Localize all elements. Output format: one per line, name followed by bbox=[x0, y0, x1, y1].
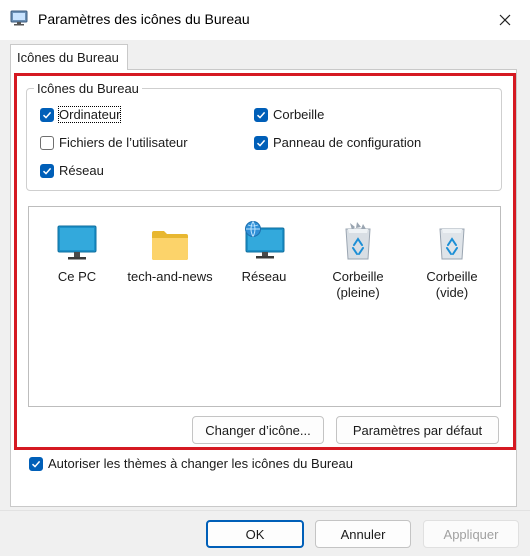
checkmark-icon bbox=[42, 111, 52, 119]
close-button[interactable] bbox=[488, 4, 522, 36]
checkbox-label: Fichiers de l’utilisateur bbox=[59, 135, 188, 150]
close-icon bbox=[499, 14, 511, 26]
window-title: Paramètres des icônes du Bureau bbox=[38, 11, 250, 27]
title-bar: Paramètres des icônes du Bureau bbox=[0, 0, 530, 40]
checkbox-box[interactable] bbox=[254, 135, 268, 150]
checkbox-recycle-bin[interactable]: Corbeille bbox=[254, 107, 324, 122]
checkbox-box[interactable] bbox=[40, 163, 54, 178]
checkmark-icon bbox=[256, 139, 266, 147]
tab-desktop-icons[interactable]: Icônes du Bureau bbox=[10, 44, 128, 70]
tab-label: Icônes du Bureau bbox=[17, 50, 119, 65]
checkmark-icon bbox=[31, 460, 41, 468]
checkbox-box[interactable] bbox=[40, 107, 54, 122]
checkbox-box[interactable] bbox=[29, 456, 43, 471]
checkbox-box[interactable] bbox=[254, 107, 268, 122]
recycle-bin-empty-icon bbox=[439, 228, 465, 260]
checkbox-label: Corbeille bbox=[273, 107, 325, 122]
list-item-label: Ce PC bbox=[57, 269, 97, 284]
checkbox-label: Panneau de configuration bbox=[273, 135, 422, 150]
checkmark-icon bbox=[42, 167, 52, 175]
checkbox-box[interactable] bbox=[40, 135, 54, 150]
groupbox-label: Icônes du Bureau bbox=[34, 81, 142, 96]
list-item-network[interactable]: Réseau bbox=[216, 213, 312, 285]
monitor-icon bbox=[57, 225, 97, 260]
list-item-recycle-bin-full[interactable]: Corbeille (pleine) bbox=[310, 213, 406, 301]
list-item-label: Corbeille (pleine) bbox=[332, 269, 384, 300]
recycle-bin-full-icon bbox=[345, 222, 371, 260]
list-item-label: Réseau bbox=[241, 269, 287, 284]
checkbox-allow-themes[interactable]: Autoriser les thèmes à changer les icône… bbox=[29, 456, 353, 471]
footer-separator bbox=[0, 510, 530, 511]
icon-list-view[interactable]: Ce PC tech-and-news Réseau Corbeille (pl… bbox=[28, 206, 501, 407]
checkbox-label: Autoriser les thèmes à changer les icône… bbox=[48, 456, 353, 471]
checkmark-icon bbox=[256, 111, 266, 119]
checkbox-network[interactable]: Réseau bbox=[40, 163, 104, 178]
checkbox-control-panel[interactable]: Panneau de configuration bbox=[254, 135, 421, 150]
checkbox-label: Ordinateur bbox=[57, 106, 122, 123]
checkbox-user-files[interactable]: Fichiers de l’utilisateur bbox=[40, 135, 188, 150]
folder-icon bbox=[152, 231, 188, 260]
checkbox-label: Réseau bbox=[59, 163, 104, 178]
list-item-user-folder[interactable]: tech-and-news bbox=[122, 213, 218, 285]
cancel-button[interactable]: Annuler bbox=[315, 520, 411, 548]
ok-button[interactable]: OK bbox=[206, 520, 304, 548]
change-icon-button[interactable]: Changer d’icône... bbox=[192, 416, 324, 444]
apply-button[interactable]: Appliquer bbox=[423, 520, 519, 548]
network-monitor-icon bbox=[245, 221, 285, 259]
checkbox-computer[interactable]: Ordinateur bbox=[40, 106, 122, 123]
list-item-recycle-bin-empty[interactable]: Corbeille (vide) bbox=[404, 213, 500, 301]
list-item-label: tech-and-news bbox=[127, 269, 213, 284]
restore-defaults-button[interactable]: Paramètres par défaut bbox=[336, 416, 499, 444]
list-item-label: Corbeille (vide) bbox=[426, 269, 478, 300]
desktop-settings-icon bbox=[10, 10, 28, 26]
list-item-this-pc[interactable]: Ce PC bbox=[29, 213, 125, 285]
